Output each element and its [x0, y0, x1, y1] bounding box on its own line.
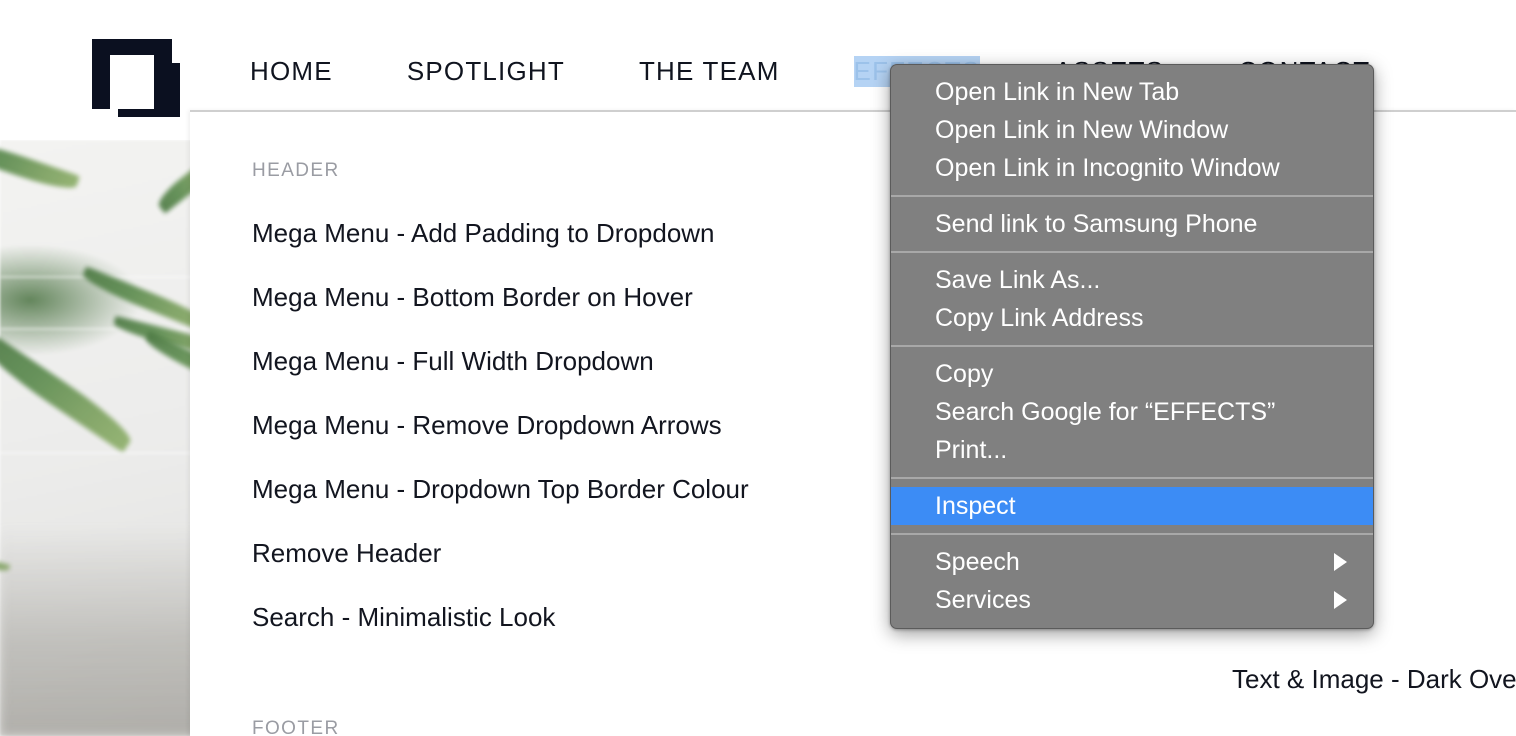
nav-item-spotlight[interactable]: SPOTLIGHT: [407, 56, 565, 87]
context-menu-item-label: Speech: [935, 548, 1020, 576]
context-menu-item-inspect[interactable]: Inspect: [891, 487, 1373, 525]
nav-item-home[interactable]: HOME: [250, 56, 333, 87]
wall-line: [0, 328, 210, 330]
context-menu-item-speech[interactable]: Speech: [891, 543, 1373, 581]
context-menu-separator: [891, 251, 1373, 253]
mega-menu-link[interactable]: Remove Header: [252, 538, 902, 569]
context-menu-separator: [891, 195, 1373, 197]
mega-menu-left-column: HEADER Mega Menu - Add Padding to Dropdo…: [252, 160, 902, 736]
context-menu-separator: [891, 477, 1373, 479]
context-menu-separator: [891, 533, 1373, 535]
context-menu-item-print[interactable]: Print...: [891, 431, 1373, 469]
context-menu-item-send-link-samsung[interactable]: Send link to Samsung Phone: [891, 205, 1373, 243]
context-menu-item-label: Services: [935, 586, 1031, 614]
context-menu-separator: [891, 345, 1373, 347]
context-menu-item-copy-link-address[interactable]: Copy Link Address: [891, 299, 1373, 337]
context-menu-item-copy[interactable]: Copy: [891, 355, 1373, 393]
site-logo[interactable]: [92, 39, 190, 117]
context-menu-item-open-link-new-window[interactable]: Open Link in New Window: [891, 111, 1373, 149]
hero-shadow: [0, 526, 200, 736]
mega-menu-link[interactable]: Mega Menu - Full Width Dropdown: [252, 346, 902, 377]
nav-item-the-team[interactable]: THE TEAM: [639, 56, 780, 87]
browser-page: HOME SPOTLIGHT THE TEAM EFFECTS ASSETS C…: [0, 0, 1516, 736]
mega-menu-link[interactable]: Search - Minimalistic Look: [252, 602, 902, 633]
wall-line: [0, 452, 210, 454]
mega-menu-link[interactable]: Mega Menu - Remove Dropdown Arrows: [252, 410, 902, 441]
submenu-arrow-icon: [1334, 591, 1347, 609]
logo-square-inner-icon: [110, 55, 154, 109]
mega-menu-link[interactable]: Mega Menu - Dropdown Top Border Colour: [252, 474, 902, 505]
mega-menu-heading-header: HEADER: [252, 160, 340, 181]
mega-menu-heading-footer: FOOTER: [252, 718, 340, 736]
mega-menu-link[interactable]: Mega Menu - Add Padding to Dropdown: [252, 218, 902, 249]
context-menu-item-open-link-incognito[interactable]: Open Link in Incognito Window: [891, 149, 1373, 187]
context-menu-item-search-google[interactable]: Search Google for “EFFECTS”: [891, 393, 1373, 431]
browser-context-menu: Open Link in New Tab Open Link in New Wi…: [890, 64, 1374, 629]
context-menu-item-open-link-new-tab[interactable]: Open Link in New Tab: [891, 73, 1373, 111]
submenu-arrow-icon: [1334, 553, 1347, 571]
logo-square-front-icon: [92, 39, 172, 109]
context-menu-item-save-link-as[interactable]: Save Link As...: [891, 261, 1373, 299]
context-menu-item-services[interactable]: Services: [891, 581, 1373, 619]
mega-menu-link[interactable]: Text & Image - Dark Overlay to Transp: [970, 664, 1516, 695]
mega-menu-link[interactable]: Mega Menu - Bottom Border on Hover: [252, 282, 902, 313]
